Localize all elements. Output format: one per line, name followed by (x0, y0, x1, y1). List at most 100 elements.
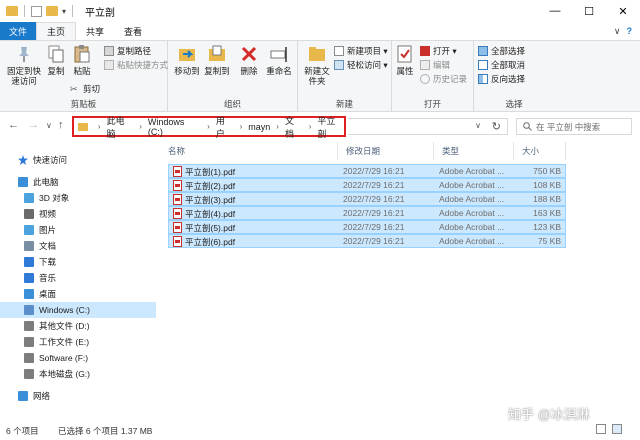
nav-item-label: 视频 (39, 209, 57, 219)
properties-icon[interactable] (31, 5, 42, 17)
cube-icon (24, 193, 34, 203)
edit-button[interactable]: 编辑 (420, 59, 450, 71)
nav-item-label: 音乐 (39, 273, 57, 283)
tab-view[interactable]: 查看 (114, 22, 152, 40)
breadcrumb-current-folder[interactable]: 平立剖 (317, 114, 344, 140)
open-button[interactable]: 打开 ▾ (420, 45, 457, 57)
nav-item-3d-objects[interactable]: 3D 对象 (0, 190, 156, 206)
move-to-icon (177, 44, 197, 64)
cut-button[interactable]: ✂ 剪切 (70, 83, 100, 95)
new-group: 新建文件夹 新建项目 ▾ 轻松访问 ▾ 新建 (298, 41, 392, 112)
nav-item-documents[interactable]: 文档 (0, 238, 156, 254)
history-label: 历史记录 (433, 74, 468, 84)
select-all-button[interactable]: 全部选择 (478, 45, 525, 57)
table-row[interactable]: 平立剖(4).pdf 2022/7/29 16:21 Adobe Acrobat… (168, 206, 566, 220)
select-none-button[interactable]: 全部取消 (478, 59, 525, 71)
collapse-ribbon-icon[interactable]: ∨ (614, 26, 621, 37)
address-row: ← → ∨ ↑ › 此电脑 › Windows (C:) › 用户 › mayn… (0, 112, 640, 140)
close-button[interactable]: ✕ (606, 0, 640, 22)
paste-button[interactable]: 粘贴 (70, 44, 94, 76)
breadcrumb-mayn[interactable]: mayn (248, 122, 270, 132)
nav-item-music[interactable]: 音乐 (0, 270, 156, 286)
nav-item-label: 桌面 (39, 289, 57, 299)
column-header-type[interactable]: 类型 (434, 142, 514, 160)
large-icons-view-icon[interactable] (612, 424, 622, 434)
table-row[interactable]: 平立剖(5).pdf 2022/7/29 16:21 Adobe Acrobat… (168, 220, 566, 234)
breadcrumb-documents[interactable]: 文档 (285, 114, 303, 140)
column-name-label: 名称 (168, 146, 186, 156)
refresh-icon[interactable]: ↻ (492, 120, 501, 133)
open-group: 属性 打开 ▾ 编辑 历史记录 打开 (392, 41, 474, 112)
maximize-button[interactable]: ☐ (572, 0, 606, 22)
table-row[interactable]: 平立剖(2).pdf 2022/7/29 16:21 Adobe Acrobat… (168, 178, 566, 192)
search-input[interactable]: 在 平立剖 中搜索 (516, 118, 632, 135)
nav-item-quick-access[interactable]: 快速访问 (0, 152, 156, 168)
copy-button[interactable]: 复制 (44, 44, 68, 76)
nav-item-this-pc[interactable]: 此电脑 (0, 174, 156, 190)
move-to-button[interactable]: 移动到 (174, 44, 200, 76)
new-folder-icon[interactable] (46, 6, 58, 16)
delete-button[interactable]: 删除 (238, 44, 260, 76)
copy-to-button[interactable]: 复制到 (204, 44, 230, 76)
tab-home[interactable]: 主页 (36, 22, 77, 40)
column-header-name[interactable]: 名称 (160, 142, 338, 160)
nav-item-network[interactable]: 网络 (0, 388, 156, 404)
column-header-modified[interactable]: 修改日期 (338, 142, 434, 160)
nav-item-pictures[interactable]: 图片 (0, 222, 156, 238)
file-name: 平立剖(6).pdf (185, 237, 236, 247)
nav-item-label: 下载 (39, 257, 57, 267)
easy-access-button[interactable]: 轻松访问 ▾ (334, 59, 388, 71)
paste-shortcut-button[interactable]: 粘贴快捷方式 (104, 59, 168, 71)
address-bar-tail[interactable]: ∨ ↻ (348, 118, 508, 135)
tab-file[interactable]: 文件 (0, 22, 37, 40)
table-row[interactable]: 平立剖(1).pdf 2022/7/29 16:21 Adobe Acrobat… (168, 164, 566, 178)
details-view-icon[interactable] (596, 424, 606, 434)
breadcrumb-windows-c[interactable]: Windows (C:) (148, 117, 201, 137)
address-bar[interactable]: › 此电脑 › Windows (C:) › 用户 › mayn › 文档 › … (72, 114, 346, 140)
tab-share[interactable]: 共享 (76, 22, 114, 40)
paste-shortcut-icon (104, 60, 114, 70)
new-folder-button[interactable]: 新建文件夹 (302, 44, 332, 86)
easy-access-icon (334, 60, 344, 70)
nav-item-drive-f[interactable]: Software (F:) (0, 350, 156, 366)
nav-item-drive-g[interactable]: 本地磁盘 (G:) (0, 366, 156, 382)
history-button[interactable]: 历史记录 (420, 73, 467, 85)
rename-button[interactable]: 重命名 (264, 44, 294, 76)
column-header-size[interactable]: 大小 (514, 142, 566, 160)
breadcrumb-users[interactable]: 用户 (216, 114, 234, 140)
copy-path-icon (104, 46, 114, 56)
invert-selection-button[interactable]: 反向选择 (478, 73, 525, 85)
forward-button[interactable]: → (28, 119, 39, 131)
star-icon (18, 155, 28, 165)
chevron-down-icon[interactable]: ∨ (475, 121, 481, 130)
nav-item-downloads[interactable]: 下载 (0, 254, 156, 270)
organize-group: 移动到 复制到 删除 重命名 组织 (168, 41, 298, 112)
minimize-button[interactable]: — (538, 0, 572, 22)
new-item-button[interactable]: 新建项目 ▾ (334, 45, 388, 57)
nav-item-desktop[interactable]: 桌面 (0, 286, 156, 302)
nav-item-videos[interactable]: 视频 (0, 206, 156, 222)
paste-shortcut-label: 粘贴快捷方式 (117, 60, 169, 70)
copy-path-button[interactable]: 复制路径 (104, 45, 151, 57)
pdf-open-icon (420, 46, 430, 56)
paste-icon (72, 44, 92, 64)
pdf-file-icon (173, 208, 182, 219)
pin-quick-access-button[interactable]: 固定到快速访问 (4, 44, 44, 86)
nav-item-windows-c[interactable]: Windows (C:) (0, 302, 156, 318)
file-name: 平立剖(5).pdf (185, 223, 236, 233)
status-bar: 6 个项目 已选择 6 个项目 1.37 MB (0, 422, 640, 440)
back-button[interactable]: ← (8, 119, 19, 131)
help-icon[interactable]: ? (627, 26, 633, 36)
nav-item-drive-e[interactable]: 工作文件 (E:) (0, 334, 156, 350)
file-size: 75 KB (537, 236, 561, 246)
breadcrumb-this-pc[interactable]: 此电脑 (107, 114, 134, 140)
up-button[interactable]: ↑ (58, 119, 64, 131)
invert-selection-icon (478, 74, 488, 84)
table-row[interactable]: 平立剖(3).pdf 2022/7/29 16:21 Adobe Acrobat… (168, 192, 566, 206)
properties-button[interactable]: 属性 (394, 44, 416, 76)
table-row[interactable]: 平立剖(6).pdf 2022/7/29 16:21 Adobe Acrobat… (168, 234, 566, 248)
window-title: 平立剖 (85, 7, 116, 19)
customize-chevron-icon[interactable]: ▾ (62, 7, 66, 16)
nav-item-drive-d[interactable]: 其他文件 (D:) (0, 318, 156, 334)
recent-locations-button[interactable]: ∨ (46, 121, 52, 130)
